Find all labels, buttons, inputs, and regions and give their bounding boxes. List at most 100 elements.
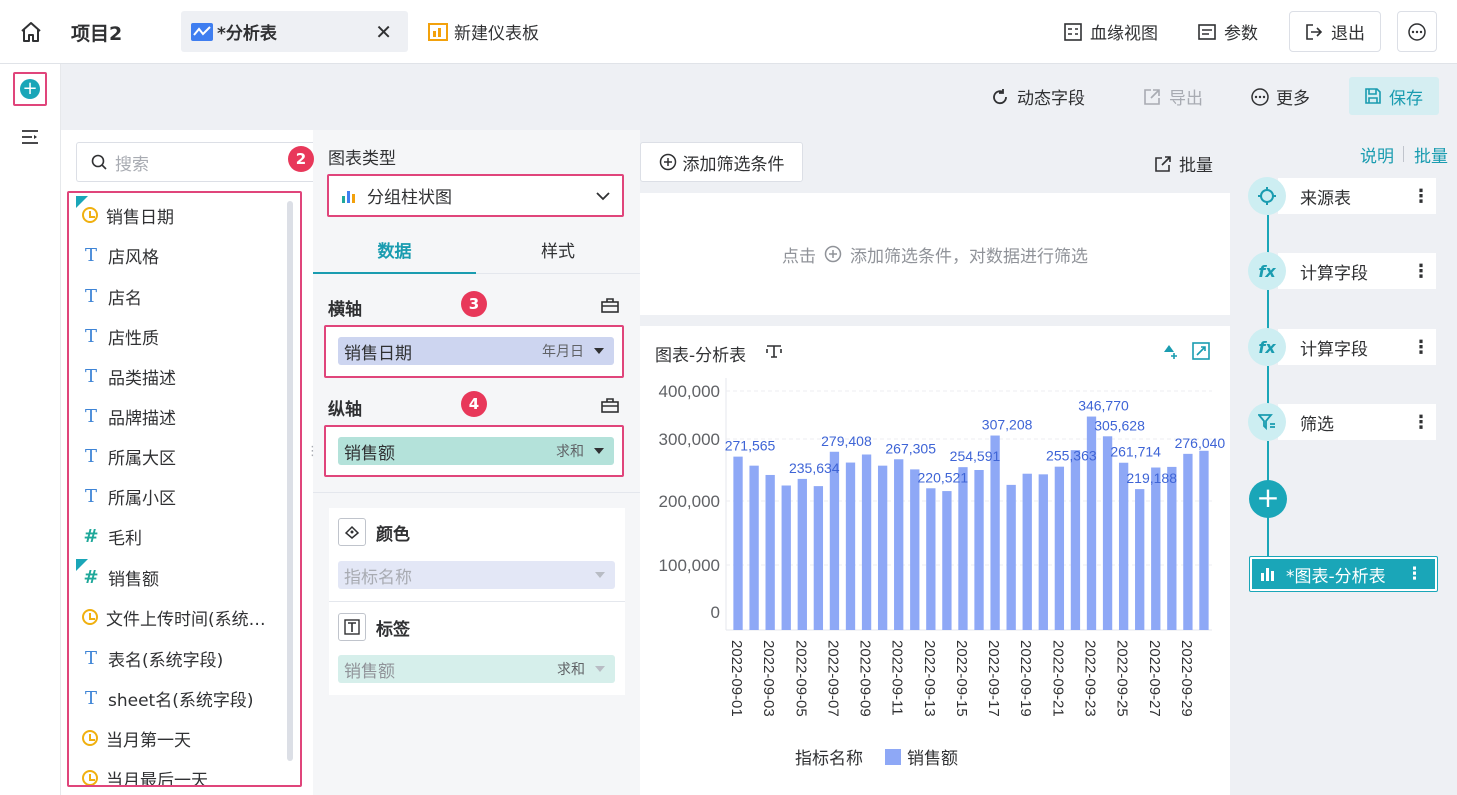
expand-icon[interactable] [1192, 342, 1210, 360]
source-icon [1248, 177, 1286, 215]
tag-label: 标签 [376, 619, 410, 640]
bar [1167, 466, 1177, 630]
tab-dashboard[interactable]: 新建仪表板 [428, 11, 539, 52]
search-icon [91, 154, 107, 170]
edit-title-icon[interactable] [765, 342, 783, 360]
field-item[interactable]: 销售日期 [82, 203, 174, 228]
text-type-icon: T [84, 647, 97, 669]
field-item[interactable]: 当月第一天 [82, 726, 191, 751]
more-icon [1251, 87, 1269, 106]
plus-icon: + [20, 79, 40, 99]
field-list-scrollbar[interactable] [287, 201, 293, 761]
y-axis-field-name: 销售额 [344, 443, 395, 464]
add-data-button[interactable]: + [13, 72, 47, 106]
x-tick-label: 2022-09-23 [1082, 640, 1099, 717]
bar [1038, 474, 1048, 630]
x-tick-label: 2022-09-29 [1178, 640, 1195, 717]
field-item[interactable]: # 销售额 [82, 565, 159, 590]
flow-batch-link[interactable]: 批量 [1414, 142, 1448, 167]
y-axis-field-pill[interactable]: 销售额 求和 [338, 437, 614, 465]
checked-mark-icon [76, 196, 88, 208]
field-item[interactable]: T 品类描述 [82, 364, 176, 389]
outline-icon[interactable] [21, 129, 39, 150]
lineage-button[interactable]: 血缘视图 [1064, 11, 1158, 52]
exit-button[interactable]: 退出 [1289, 11, 1381, 52]
y-axis-settings-icon[interactable] [601, 397, 619, 413]
tab-data[interactable]: 数据 [313, 226, 476, 274]
data-label: 235,634 [789, 460, 840, 476]
export-button[interactable]: 导出 [1143, 84, 1203, 109]
data-label: 220,521 [918, 469, 969, 485]
x-axis-settings-icon[interactable] [601, 297, 619, 313]
add-step-button[interactable]: + [1249, 480, 1287, 518]
field-item[interactable]: T 店风格 [82, 243, 159, 268]
flow-info-link[interactable]: 说明 [1360, 142, 1394, 167]
params-button[interactable]: 参数 [1198, 11, 1258, 52]
field-item[interactable]: Tsheet名(系统字段) [82, 686, 254, 711]
tag-field-pill[interactable]: 销售额 求和 [338, 655, 615, 683]
close-icon[interactable]: ✕ [375, 20, 392, 44]
add-filter-button[interactable]: 添加筛选条件 [640, 142, 803, 182]
filter-zone[interactable]: 点击 添加筛选条件，对数据进行筛选 [640, 193, 1230, 315]
data-label: 255,363 [1046, 448, 1097, 464]
bar [942, 491, 952, 630]
data-label: 276,040 [1175, 435, 1226, 451]
sort-icon[interactable] [1161, 342, 1179, 360]
tag-row[interactable]: 标签 [338, 613, 410, 641]
flow-panel [1230, 130, 1457, 795]
field-item[interactable]: T 店名 [82, 284, 142, 309]
field-item[interactable]: T 所属小区 [82, 484, 176, 509]
flow-node-source[interactable]: 来源表 ⋮ [1248, 177, 1436, 215]
dynamic-field-label: 动态字段 [1017, 89, 1085, 109]
params-label: 参数 [1224, 24, 1258, 44]
dynamic-field-button[interactable]: 动态字段 [991, 84, 1085, 109]
y-axis-dropzone[interactable]: 销售额 求和 [324, 425, 624, 477]
date-icon [82, 770, 98, 785]
home-icon[interactable] [19, 20, 43, 49]
more-button[interactable]: 更多 [1250, 84, 1310, 109]
chart-title: 图表-分析表 [655, 346, 747, 366]
field-item[interactable]: 当月最后一天 [82, 766, 208, 785]
flow-node-current[interactable]: *图表-分析表 ⋮ [1249, 556, 1438, 592]
x-axis-dropzone[interactable]: 销售日期 年月日 [324, 325, 624, 378]
color-row[interactable]: 颜色 [338, 518, 410, 546]
caret-down-icon [594, 348, 604, 354]
flow-node-calc[interactable]: 计算字段 ⋮ fx [1248, 252, 1436, 290]
field-item[interactable]: # 毛利 [82, 524, 142, 549]
filter-batch-button[interactable]: 批量 [1155, 151, 1213, 176]
more-menu-button[interactable] [1397, 11, 1437, 52]
add-circle-icon [824, 245, 842, 263]
save-button[interactable]: 保存 [1349, 77, 1439, 115]
y-axis-aggregation: 求和 [556, 444, 584, 460]
field-item[interactable]: T 表名(系统字段) [82, 646, 223, 671]
kebab-icon[interactable]: ⋮ [1406, 564, 1423, 584]
flow-node-filter[interactable]: 筛选 ⋮ [1248, 403, 1436, 441]
field-item[interactable]: T 店性质 [82, 324, 159, 349]
bar [958, 467, 968, 630]
data-label: 254,591 [950, 448, 1001, 464]
ellipsis-icon [1408, 22, 1426, 41]
filter-hint-text: 添加筛选条件，对数据进行筛选 [850, 246, 1088, 267]
filter-icon [1248, 403, 1286, 441]
legend-title: 指标名称 [795, 749, 863, 768]
x-tick-label: 2022-09-07 [824, 640, 841, 717]
x-tick-label: 2022-09-03 [760, 640, 777, 717]
text-type-icon: T [84, 405, 97, 427]
flow-node-calc[interactable]: 计算字段 ⋮ fx [1248, 328, 1436, 366]
field-item[interactable]: T 所属大区 [82, 444, 176, 469]
x-tick-label: 2022-09-19 [1017, 640, 1034, 717]
field-item[interactable]: 文件上传时间(系统… [82, 605, 266, 630]
x-tick-label: 2022-09-25 [1114, 640, 1131, 717]
x-axis-field-pill[interactable]: 销售日期 年月日 [338, 337, 614, 365]
search-box[interactable]: 搜索 [76, 142, 313, 182]
color-field-pill[interactable]: 指标名称 [338, 561, 615, 589]
chevron-down-icon [596, 191, 610, 200]
chart-type-select[interactable]: 分组柱状图 [327, 174, 624, 217]
field-item[interactable]: T 品牌描述 [82, 404, 176, 429]
params-icon [1198, 23, 1216, 40]
tab-analysis[interactable]: *分析表 ✕ [181, 11, 408, 52]
tab-style[interactable]: 样式 [476, 226, 640, 274]
top-bar: 项目2 *分析表 ✕ 新建仪表板 血缘视图 参数 退出 [0, 0, 1457, 64]
search-placeholder: 搜索 [115, 154, 149, 175]
save-label: 保存 [1389, 88, 1423, 109]
